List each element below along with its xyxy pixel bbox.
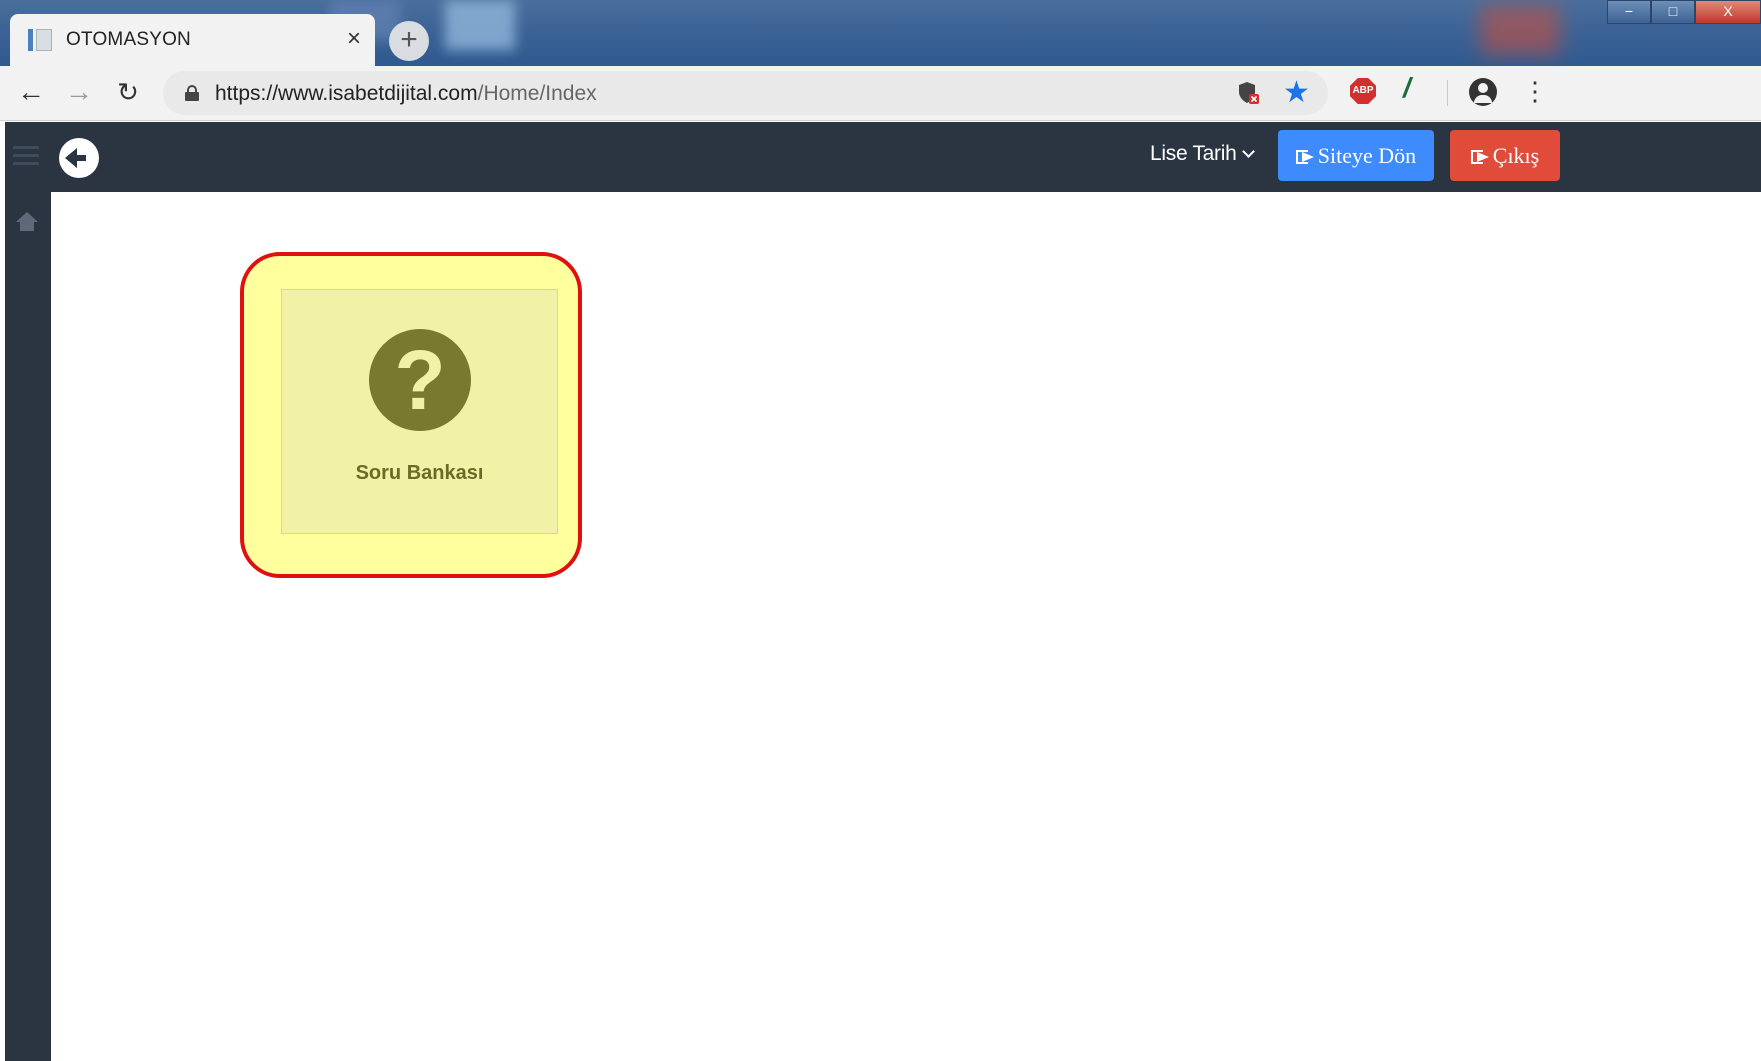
- sidebar: [5, 192, 51, 1061]
- browser-toolbar: ← → ↻ https://www.isabetdijital.com/Home…: [0, 66, 1761, 121]
- sign-out-icon: [1295, 150, 1316, 164]
- tab-title: OTOMASYON: [66, 29, 191, 50]
- minimize-button[interactable]: −: [1607, 0, 1651, 24]
- forward-arrow-icon[interactable]: →: [62, 76, 96, 110]
- back-circle-icon[interactable]: [59, 138, 99, 178]
- browser-tab[interactable]: OTOMASYON ×: [10, 14, 375, 66]
- question-circle-icon: ?: [369, 329, 471, 431]
- close-window-button[interactable]: X: [1695, 0, 1761, 24]
- more-menu-icon[interactable]: ⋮: [1522, 76, 1548, 106]
- chevron-down-icon: [1241, 145, 1255, 158]
- new-tab-button[interactable]: +: [389, 21, 429, 61]
- course-dropdown-label: Lise Tarih: [1150, 142, 1237, 165]
- bookmark-star-icon[interactable]: ★: [1283, 75, 1310, 110]
- sign-out-icon: [1470, 150, 1491, 164]
- reload-icon[interactable]: ↻: [111, 76, 145, 110]
- page-favicon-icon: [28, 27, 52, 53]
- siteye-don-label: Siteye Dön: [1317, 143, 1417, 168]
- desktop-background: [1480, 5, 1560, 55]
- cikis-button[interactable]: Çıkış: [1450, 130, 1560, 181]
- url-host: https://www.isabetdijital.com: [215, 82, 478, 105]
- hamburger-icon[interactable]: [13, 146, 39, 168]
- cikis-label: Çıkış: [1492, 143, 1540, 168]
- browser-tabstrip: OTOMASYON × + − □ X: [0, 0, 1761, 66]
- home-icon[interactable]: [16, 212, 38, 232]
- back-arrow-icon[interactable]: ←: [14, 76, 48, 110]
- window-controls: − □ X: [1607, 0, 1761, 24]
- address-bar[interactable]: https://www.isabetdijital.com/Home/Index…: [163, 71, 1328, 115]
- soru-bankasi-card[interactable]: ? Soru Bankası: [281, 289, 558, 534]
- tracking-shield-icon[interactable]: [1238, 81, 1260, 105]
- maximize-button[interactable]: □: [1651, 0, 1695, 24]
- url-text[interactable]: https://www.isabetdijital.com/Home/Index: [215, 82, 597, 106]
- toolbar-divider: [1447, 80, 1448, 106]
- lock-icon[interactable]: [185, 85, 199, 101]
- card-label: Soru Bankası: [355, 462, 484, 484]
- desktop-background: [445, 0, 515, 50]
- account-icon[interactable]: [1469, 78, 1497, 106]
- tab-close-icon[interactable]: ×: [347, 26, 361, 52]
- extension-slash-icon[interactable]: /: [1403, 72, 1411, 104]
- app-header: Lise Tarih Siteye Dön Çıkış: [5, 122, 1761, 192]
- url-path: /Home/Index: [477, 82, 597, 105]
- siteye-don-button[interactable]: Siteye Dön: [1278, 130, 1434, 181]
- course-dropdown[interactable]: Lise Tarih: [1150, 142, 1255, 166]
- adblock-extension-icon[interactable]: ABP: [1350, 78, 1376, 104]
